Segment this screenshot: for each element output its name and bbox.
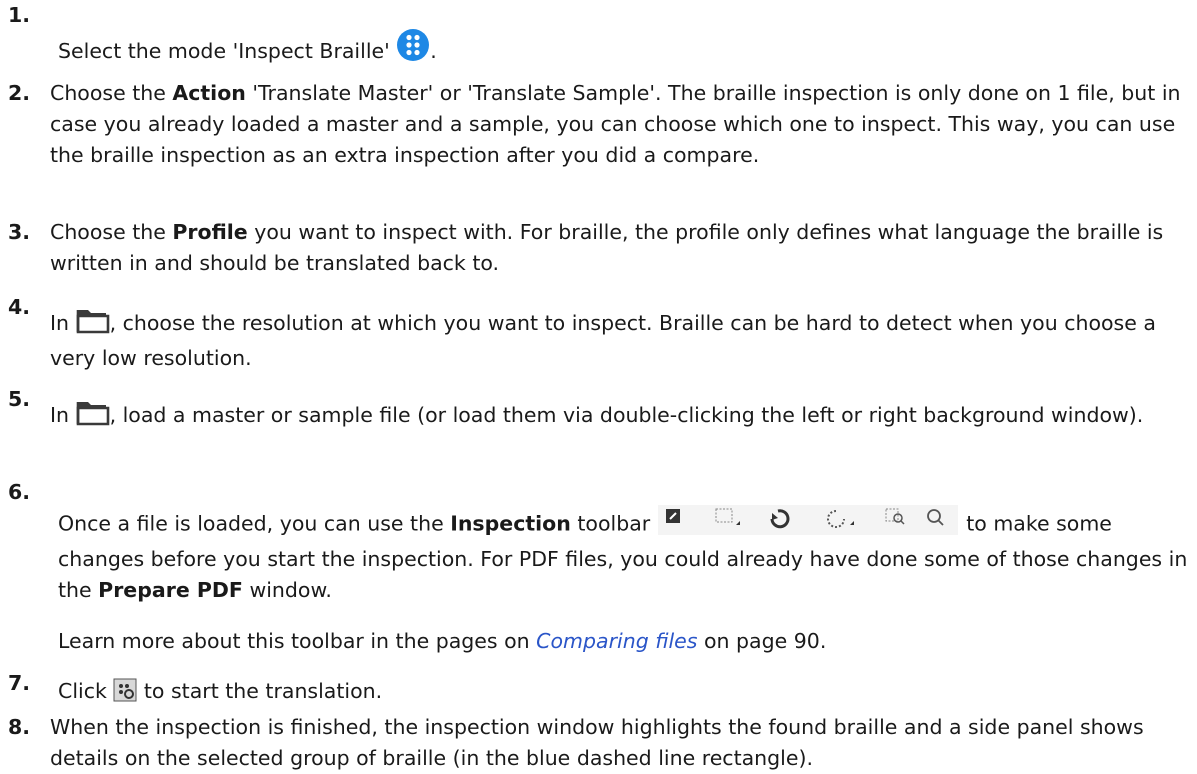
step-number: 7. [8, 671, 31, 695]
step-emphasis: Profile [172, 220, 248, 244]
step-text: In , load a master or sample file (or lo… [50, 398, 1190, 435]
inspection-toolbar [658, 505, 959, 544]
step-text-part: , load a master or sample file (or load … [109, 403, 1144, 427]
step-text: Choose the Profile you want to inspect w… [50, 217, 1190, 279]
step-number: 3. [8, 220, 31, 244]
step-text-part: Click [58, 679, 114, 703]
step-number: 4. [8, 295, 31, 319]
step-text-part: In [50, 403, 76, 427]
step-text-part: Once a file is loaded, you can use the [58, 511, 451, 536]
step-emphasis: Prepare PDF [98, 578, 243, 602]
step-emphasis: Inspection [450, 511, 571, 536]
step-emphasis: Action [172, 81, 246, 105]
step-text: When the inspection is finished, the ins… [50, 712, 1190, 774]
step-number: 2. [8, 81, 31, 105]
step-text-part: Choose the [50, 81, 173, 105]
folder-icon [76, 398, 110, 435]
step-text-part: , choose the resolution at which you wan… [50, 311, 1156, 370]
step-text-part: toolbar [570, 511, 651, 536]
step-text-part: In [50, 311, 76, 335]
inspect-braille-icon [396, 28, 430, 71]
step-text: Choose the Action 'Translate Master' or … [50, 78, 1190, 171]
step-number: 6. [8, 480, 31, 504]
step-number: 8. [8, 715, 31, 739]
step-text: Select the mode 'Inspect Braille' . [58, 28, 1197, 71]
step-number: 1. [8, 3, 31, 27]
step-text: Once a file is loaded, you can use the I… [58, 505, 1197, 657]
crop-icon [666, 509, 681, 523]
start-translation-icon [113, 678, 137, 711]
step-text-part: window. [242, 578, 332, 602]
step-text-part: . [430, 39, 437, 63]
step-text: Click to start the translation. [58, 676, 1197, 711]
step-text-part: Select the mode 'Inspect Braille' [58, 39, 397, 63]
step-text-part: on page 90. [697, 629, 827, 653]
step-number: 5. [8, 387, 31, 411]
step-text-part: When the inspection is finished, the ins… [50, 715, 1144, 770]
folder-icon [76, 306, 110, 343]
comparing-files-link[interactable]: Comparing files [536, 629, 697, 653]
step-text-part: Choose the [50, 220, 173, 244]
step-text: In , choose the resolution at which you … [50, 306, 1190, 374]
document-page: 1. Select the mode 'Inspect Braille' . 2… [0, 0, 1197, 771]
step-text-part: Learn more about this toolbar in the pag… [58, 629, 537, 653]
step-text-part: to start the translation. [137, 679, 383, 703]
